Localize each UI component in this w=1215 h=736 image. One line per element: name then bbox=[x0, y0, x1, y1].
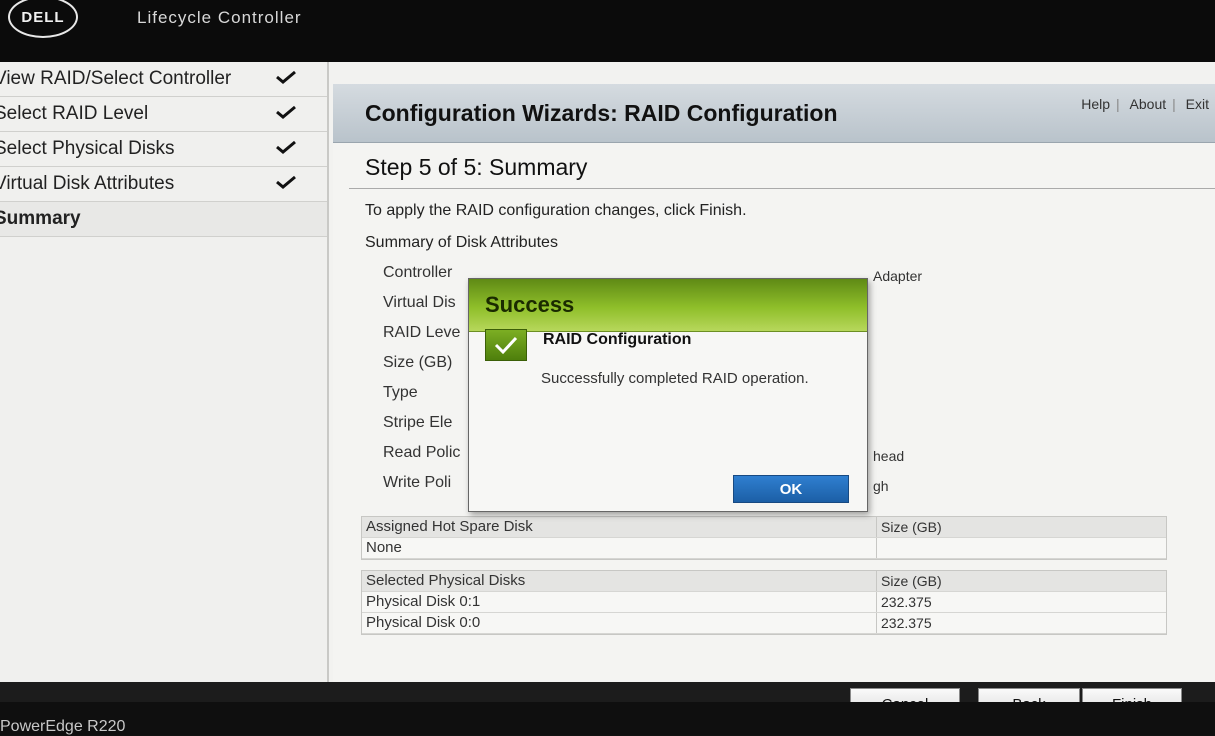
success-check-icon bbox=[485, 329, 527, 361]
about-link[interactable]: About bbox=[1130, 96, 1167, 112]
attribute-label: Type bbox=[383, 384, 418, 401]
column-header: Assigned Hot Spare Disk bbox=[362, 517, 877, 537]
sidebar-item-label: Select RAID Level bbox=[0, 103, 149, 124]
column-header: Size (GB) bbox=[881, 573, 942, 589]
attribute-label: RAID Leve bbox=[383, 324, 461, 341]
table-cell: None bbox=[362, 538, 877, 558]
sidebar-item-virtual-disk-attributes[interactable]: Virtual Disk Attributes bbox=[0, 167, 327, 202]
column-header: Size (GB) bbox=[881, 519, 942, 535]
checkmark-icon bbox=[276, 175, 296, 189]
wizard-title-bar: Configuration Wizards: RAID Configuratio… bbox=[333, 84, 1215, 143]
sidebar-item-label: View RAID/Select Controller bbox=[0, 68, 232, 89]
checkmark-icon bbox=[276, 105, 296, 119]
instruction-text: To apply the RAID configuration changes,… bbox=[365, 202, 747, 219]
attribute-label: Virtual Dis bbox=[383, 294, 456, 311]
dialog-heading: RAID Configuration bbox=[543, 331, 692, 348]
checkmark-icon bbox=[276, 140, 296, 154]
table-row: Physical Disk 0:1 232.375 bbox=[362, 592, 1166, 613]
page-title: Configuration Wizards: RAID Configuratio… bbox=[365, 100, 838, 126]
sidebar-item-summary[interactable]: Summary bbox=[0, 202, 327, 237]
dialog-message: Successfully completed RAID operation. bbox=[541, 370, 809, 387]
table-header-row: Selected Physical Disks Size (GB) bbox=[362, 571, 1166, 592]
step-title: Step 5 of 5: Summary bbox=[365, 154, 588, 180]
table-cell: Physical Disk 0:1 bbox=[362, 592, 877, 612]
sidebar-item-label: Select Physical Disks bbox=[0, 138, 175, 159]
sidebar: View RAID/Select Controller Select RAID … bbox=[0, 62, 329, 702]
attribute-label: Size (GB) bbox=[383, 354, 453, 371]
sidebar-item-select-raid-level[interactable]: Select RAID Level bbox=[0, 97, 327, 132]
column-header: Selected Physical Disks bbox=[362, 571, 877, 591]
summary-heading: Summary of Disk Attributes bbox=[365, 234, 558, 251]
header-bar: DELL Lifecycle Controller bbox=[0, 0, 1215, 62]
exit-link[interactable]: Exit bbox=[1186, 96, 1209, 112]
top-links: Help | About | Exit bbox=[1081, 96, 1209, 112]
table-row: Physical Disk 0:0 232.375 bbox=[362, 613, 1166, 634]
attribute-label: Read Polic bbox=[383, 444, 461, 461]
attribute-value: gh bbox=[873, 478, 889, 494]
physical-disks-table: Selected Physical Disks Size (GB) Physic… bbox=[361, 570, 1167, 635]
footer-bar bbox=[0, 702, 1215, 735]
table-cell: 232.375 bbox=[881, 615, 932, 631]
dialog-title: Success bbox=[485, 292, 575, 317]
table-cell: 232.375 bbox=[881, 594, 932, 610]
sidebar-item-label: Summary bbox=[0, 208, 81, 229]
divider bbox=[349, 188, 1215, 189]
ok-button[interactable]: OK bbox=[733, 475, 849, 503]
hot-spare-table: Assigned Hot Spare Disk Size (GB) None bbox=[361, 516, 1167, 560]
attribute-value: head bbox=[873, 448, 905, 464]
attribute-label: Controller bbox=[383, 264, 453, 281]
server-model: PowerEdge R220 bbox=[0, 718, 126, 735]
attribute-label: Stripe Ele bbox=[383, 414, 453, 431]
sidebar-item-select-physical-disks[interactable]: Select Physical Disks bbox=[0, 132, 327, 167]
success-dialog: Success RAID Configuration Successfully … bbox=[468, 278, 868, 512]
attribute-value: Adapter bbox=[873, 268, 923, 284]
help-link[interactable]: Help bbox=[1081, 96, 1110, 112]
table-row: None bbox=[362, 538, 1166, 559]
app-title: Lifecycle Controller bbox=[137, 8, 302, 27]
sidebar-item-view-raid[interactable]: View RAID/Select Controller bbox=[0, 62, 327, 97]
attribute-label: Write Poli bbox=[383, 474, 452, 491]
sidebar-item-label: Virtual Disk Attributes bbox=[0, 173, 175, 194]
table-cell: Physical Disk 0:0 bbox=[362, 613, 877, 633]
table-cell bbox=[877, 538, 1166, 558]
table-header-row: Assigned Hot Spare Disk Size (GB) bbox=[362, 517, 1166, 538]
dialog-header: Success bbox=[469, 279, 867, 332]
dell-logo: DELL bbox=[8, 0, 78, 38]
checkmark-icon bbox=[276, 70, 296, 84]
